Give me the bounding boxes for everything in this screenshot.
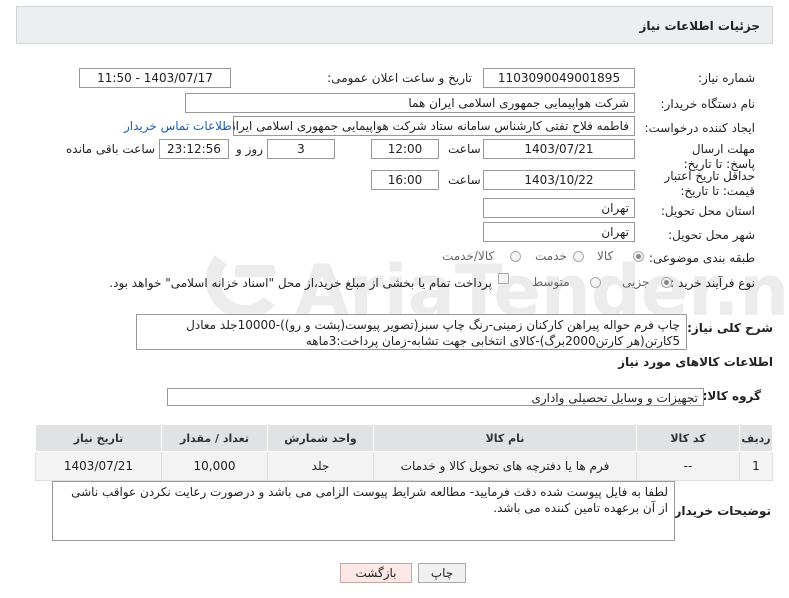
description-box: چاپ فرم حواله پیراهن کارکنان زمینی-رنگ چ… bbox=[136, 314, 687, 350]
reply-deadline-date-field: 1403/07/21 bbox=[483, 139, 635, 159]
back-button[interactable]: بازگشت bbox=[340, 563, 412, 583]
col-name: نام کالا bbox=[373, 424, 637, 452]
col-code: کد کالا bbox=[636, 424, 740, 452]
buyer-contact-link[interactable]: اطلاعات تماس خریدار bbox=[124, 119, 235, 133]
process-option-medium: متوسط bbox=[532, 275, 570, 289]
treasury-checkbox[interactable] bbox=[498, 273, 509, 284]
page-header: جزئیات اطلاعات نیاز bbox=[16, 6, 773, 44]
need-number-label: شماره نیاز: bbox=[698, 71, 755, 85]
page-title: جزئیات اطلاعات نیاز bbox=[639, 19, 760, 33]
process-radio-medium[interactable] bbox=[590, 277, 601, 288]
treasury-note: پرداخت تمام یا بخشی از مبلغ خرید،از محل … bbox=[109, 276, 492, 290]
remaining-time-label: ساعت باقی مانده bbox=[66, 142, 156, 156]
reply-days-label: روز و bbox=[236, 142, 263, 156]
province-label: استان محل تحویل: bbox=[660, 204, 755, 218]
buyer-notes-label: توضیحات خریدار: bbox=[669, 504, 771, 518]
announce-field: 1403/07/17 - 11:50 bbox=[79, 68, 231, 88]
cell-unit: جلد bbox=[267, 451, 374, 481]
goods-section-title: اطلاعات کالاهای مورد نیاز bbox=[618, 355, 773, 369]
remaining-time-field: 23:12:56 bbox=[159, 139, 229, 159]
announce-label: تاریخ و ساعت اعلان عمومی: bbox=[327, 71, 472, 85]
col-row: ردیف bbox=[739, 424, 773, 452]
goods-table-header: ردیف کد کالا نام کالا واحد شمارش تعداد /… bbox=[35, 424, 773, 452]
category-radio-goods-service[interactable] bbox=[510, 251, 521, 262]
creator-label: ایجاد کننده درخواست: bbox=[644, 121, 755, 135]
table-row: 1 -- فرم ها یا دفترچه های تحویل کالا و خ… bbox=[35, 451, 773, 481]
goods-group-field: تجهیزات و وسایل تحصیلی واداری bbox=[167, 388, 704, 406]
price-validity-time-label: ساعت bbox=[448, 173, 481, 187]
cell-name: فرم ها یا دفترچه های تحویل کالا و خدمات bbox=[373, 451, 637, 481]
process-radio-minor[interactable] bbox=[661, 277, 672, 288]
reply-days-field: 3 bbox=[267, 139, 335, 159]
cell-qty: 10,000 bbox=[161, 451, 268, 481]
category-label: طبقه بندی موضوعی: bbox=[648, 251, 755, 265]
price-validity-label: حداقل تاریخ اعتبار قیمت: تا تاریخ: bbox=[664, 169, 755, 198]
buyer-org-field: شرکت هواپیمایی جمهوری اسلامی ایران هما bbox=[185, 93, 635, 113]
category-option-goods: کالا bbox=[597, 249, 614, 263]
print-button[interactable]: چاپ bbox=[418, 563, 466, 583]
col-qty: تعداد / مقدار bbox=[161, 424, 268, 452]
cell-date: 1403/07/21 bbox=[35, 451, 162, 481]
category-radio-goods[interactable] bbox=[633, 251, 644, 262]
creator-field: فاطمه فلاح تفتی کارشناس سامانه ستاد شرکت… bbox=[233, 116, 635, 136]
process-option-minor: جزیی bbox=[622, 275, 650, 289]
city-field: تهران bbox=[483, 222, 635, 242]
cell-row: 1 bbox=[739, 451, 773, 481]
need-number-field: 1103090049001895 bbox=[483, 68, 635, 88]
process-label: نوع فرآیند خرید : bbox=[670, 276, 755, 290]
buyer-org-label: نام دستگاه خریدار: bbox=[660, 97, 756, 111]
city-label: شهر محل تحویل: bbox=[668, 228, 755, 242]
category-option-goods-service: کالا/خدمت bbox=[442, 249, 495, 263]
col-unit: واحد شمارش bbox=[267, 424, 374, 452]
price-validity-time-field: 16:00 bbox=[371, 170, 439, 190]
col-date: تاریخ نیاز bbox=[35, 424, 162, 452]
reply-deadline-time-label: ساعت bbox=[448, 142, 481, 156]
goods-table: ردیف کد کالا نام کالا واحد شمارش تعداد /… bbox=[35, 424, 773, 481]
province-field: تهران bbox=[483, 198, 635, 218]
reply-deadline-label: مهلت ارسال پاسخ: تا تاریخ: bbox=[683, 142, 755, 171]
category-radio-service[interactable] bbox=[573, 251, 584, 262]
goods-group-label: گروه کالا: bbox=[702, 389, 761, 403]
cell-code: -- bbox=[636, 451, 740, 481]
reply-deadline-time-field: 12:00 bbox=[371, 139, 439, 159]
price-validity-date-field: 1403/10/22 bbox=[483, 170, 635, 190]
description-label: شرح کلی نیاز: bbox=[687, 321, 773, 335]
category-option-service: خدمت bbox=[535, 249, 567, 263]
buyer-notes-box[interactable]: لطفا به فایل پیوست شده دقت فرمایید- مطال… bbox=[52, 481, 675, 541]
